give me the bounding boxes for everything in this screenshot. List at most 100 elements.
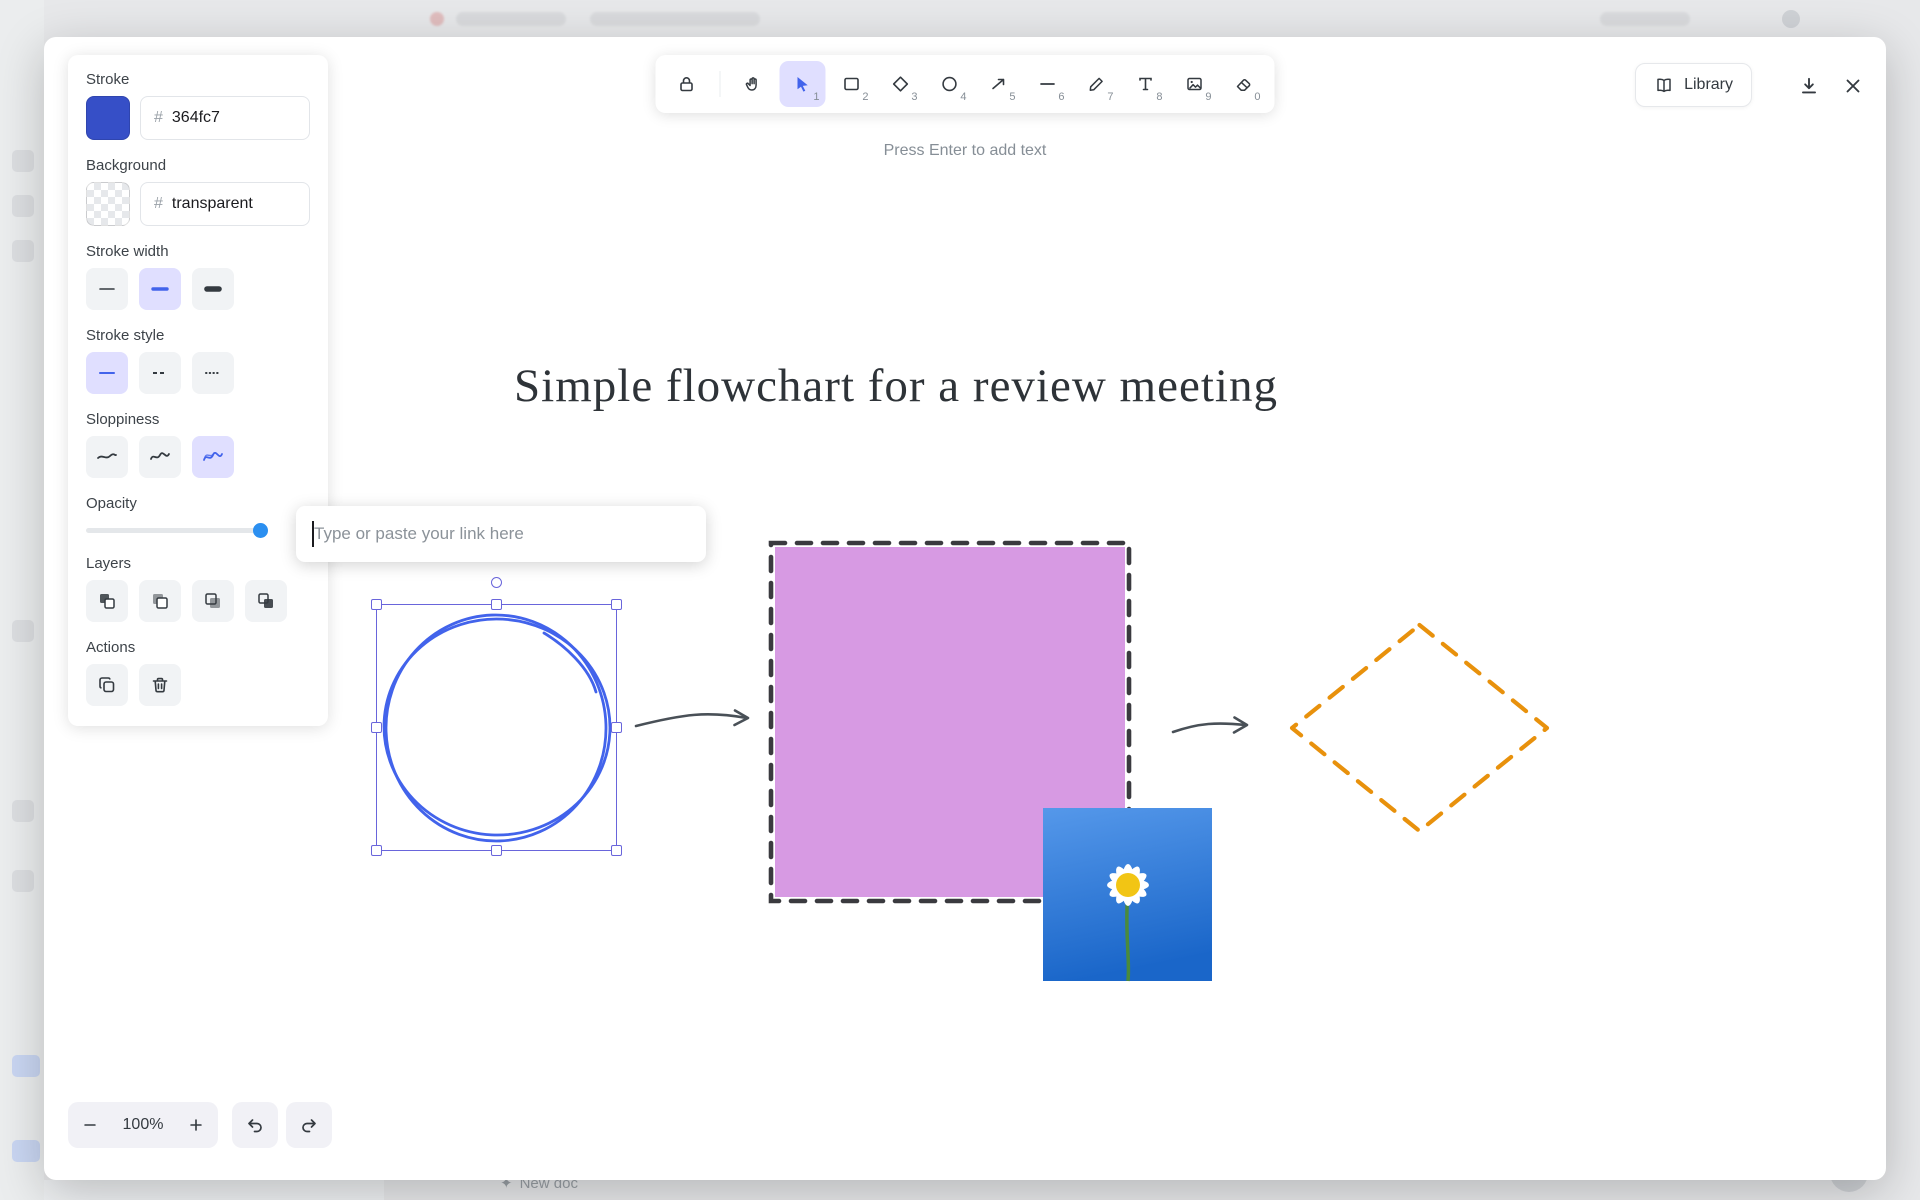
resize-handle-top-left[interactable] bbox=[371, 599, 382, 610]
draw-tool-button[interactable]: 7 bbox=[1074, 61, 1120, 107]
rectangle-tool-button[interactable]: 2 bbox=[829, 61, 875, 107]
send-backward-button[interactable] bbox=[139, 580, 181, 622]
bring-forward-button[interactable] bbox=[192, 580, 234, 622]
background-app-icon bbox=[430, 12, 444, 26]
stroke-hex-input[interactable]: # 364fc7 bbox=[140, 96, 310, 140]
stroke-style-dashed-button[interactable] bbox=[139, 352, 181, 394]
resize-handle-top-center[interactable] bbox=[491, 599, 502, 610]
tool-toolbar: 1 2 3 4 5 bbox=[656, 55, 1275, 113]
plus-icon bbox=[187, 1116, 205, 1134]
opacity-slider-track[interactable] bbox=[86, 528, 268, 533]
background-app-text bbox=[456, 12, 566, 26]
bring-to-front-icon bbox=[256, 591, 276, 611]
link-input[interactable] bbox=[296, 506, 706, 562]
duplicate-icon bbox=[97, 675, 117, 695]
actions-label: Actions bbox=[86, 639, 310, 656]
resize-handle-top-right[interactable] bbox=[611, 599, 622, 610]
background-hex-value: transparent bbox=[172, 195, 253, 213]
redo-button[interactable] bbox=[286, 1102, 332, 1148]
selection-bounding-box[interactable] bbox=[376, 604, 617, 851]
zoom-group: 100% bbox=[68, 1102, 218, 1148]
stroke-width-thin-button[interactable] bbox=[86, 268, 128, 310]
arrow-icon bbox=[989, 74, 1009, 94]
resize-handle-bottom-right[interactable] bbox=[611, 845, 622, 856]
lock-tool-button[interactable] bbox=[664, 61, 710, 107]
sidebar-item-hint bbox=[12, 1140, 40, 1162]
arrow-connector-1[interactable] bbox=[636, 711, 748, 727]
canvas-title-text[interactable]: Simple flowchart for a review meeting bbox=[514, 359, 1434, 413]
arrow-tool-button[interactable]: 5 bbox=[976, 61, 1022, 107]
canvas-hint-text: Press Enter to add text bbox=[884, 142, 1047, 160]
stroke-style-dotted-button[interactable] bbox=[192, 352, 234, 394]
undo-button[interactable] bbox=[232, 1102, 278, 1148]
stroke-color-swatch[interactable] bbox=[86, 96, 130, 140]
resize-handle-bottom-left[interactable] bbox=[371, 845, 382, 856]
eraser-tool-button[interactable]: 0 bbox=[1221, 61, 1267, 107]
stroke-width-bold-button[interactable] bbox=[139, 268, 181, 310]
bring-forward-icon bbox=[203, 591, 223, 611]
stroke-hex-value: 364fc7 bbox=[172, 109, 220, 127]
shortcut-label: 6 bbox=[1058, 91, 1064, 103]
arrow-connector-2[interactable] bbox=[1173, 718, 1247, 733]
ellipse-icon bbox=[940, 74, 960, 94]
hash-prefix: # bbox=[154, 195, 163, 213]
shortcut-label: 4 bbox=[960, 91, 966, 103]
sidebar-item-hint bbox=[12, 870, 34, 892]
hand-tool-button[interactable] bbox=[731, 61, 777, 107]
link-tooltip bbox=[296, 506, 706, 562]
export-button[interactable] bbox=[1790, 67, 1828, 105]
resize-handle-mid-left[interactable] bbox=[371, 722, 382, 733]
background-color-swatch[interactable] bbox=[86, 182, 130, 226]
opacity-slider[interactable] bbox=[86, 522, 268, 538]
image-icon bbox=[1185, 74, 1205, 94]
opacity-slider-thumb[interactable] bbox=[253, 523, 268, 538]
zoom-level[interactable]: 100% bbox=[112, 1116, 174, 1134]
diamond-shape[interactable] bbox=[1292, 625, 1547, 831]
eraser-icon bbox=[1234, 74, 1254, 94]
zoom-in-button[interactable] bbox=[174, 1102, 218, 1148]
zoom-toolbar: 100% bbox=[68, 1102, 332, 1148]
cartoonist-stroke-icon bbox=[202, 447, 224, 467]
close-icon bbox=[1842, 75, 1864, 97]
sloppiness-artist-button[interactable] bbox=[139, 436, 181, 478]
background-hex-input[interactable]: # transparent bbox=[140, 182, 310, 226]
sidebar-item-hint bbox=[12, 620, 34, 642]
sidebar-item-hint bbox=[12, 195, 34, 217]
dotted-line-icon bbox=[203, 363, 223, 383]
close-button[interactable] bbox=[1834, 67, 1872, 105]
background-app-text bbox=[590, 12, 760, 26]
resize-handle-bottom-center[interactable] bbox=[491, 845, 502, 856]
ellipse-tool-button[interactable]: 4 bbox=[927, 61, 973, 107]
opacity-label: Opacity bbox=[86, 495, 310, 512]
solid-line-icon bbox=[97, 363, 117, 383]
image-tool-button[interactable]: 9 bbox=[1172, 61, 1218, 107]
diamond-tool-button[interactable]: 3 bbox=[878, 61, 924, 107]
cursor-icon bbox=[793, 74, 813, 94]
sloppiness-architect-button[interactable] bbox=[86, 436, 128, 478]
sloppiness-cartoonist-button[interactable] bbox=[192, 436, 234, 478]
send-to-back-button[interactable] bbox=[86, 580, 128, 622]
text-tool-button[interactable]: 8 bbox=[1123, 61, 1169, 107]
daisy-image[interactable] bbox=[1043, 808, 1212, 981]
zoom-out-button[interactable] bbox=[68, 1102, 112, 1148]
library-button[interactable]: Library bbox=[1635, 63, 1752, 107]
sidebar-item-hint bbox=[12, 240, 34, 262]
resize-handle-mid-right[interactable] bbox=[611, 722, 622, 733]
sidebar-item-hint bbox=[12, 800, 34, 822]
pencil-icon bbox=[1087, 74, 1107, 94]
background-app-panel bbox=[44, 1180, 384, 1200]
line-tool-button[interactable]: 6 bbox=[1025, 61, 1071, 107]
hash-prefix: # bbox=[154, 109, 163, 127]
sloppiness-label: Sloppiness bbox=[86, 411, 310, 428]
background-app-sidebar bbox=[0, 0, 44, 1200]
selection-tool-button[interactable]: 1 bbox=[780, 61, 826, 107]
stroke-style-solid-button[interactable] bbox=[86, 352, 128, 394]
stroke-width-extrabold-button[interactable] bbox=[192, 268, 234, 310]
artist-stroke-icon bbox=[149, 447, 171, 467]
bring-to-front-button[interactable] bbox=[245, 580, 287, 622]
shortcut-label: 5 bbox=[1009, 91, 1015, 103]
thick-line-icon bbox=[203, 279, 223, 299]
rotate-handle[interactable] bbox=[491, 577, 502, 588]
delete-button[interactable] bbox=[139, 664, 181, 706]
duplicate-button[interactable] bbox=[86, 664, 128, 706]
